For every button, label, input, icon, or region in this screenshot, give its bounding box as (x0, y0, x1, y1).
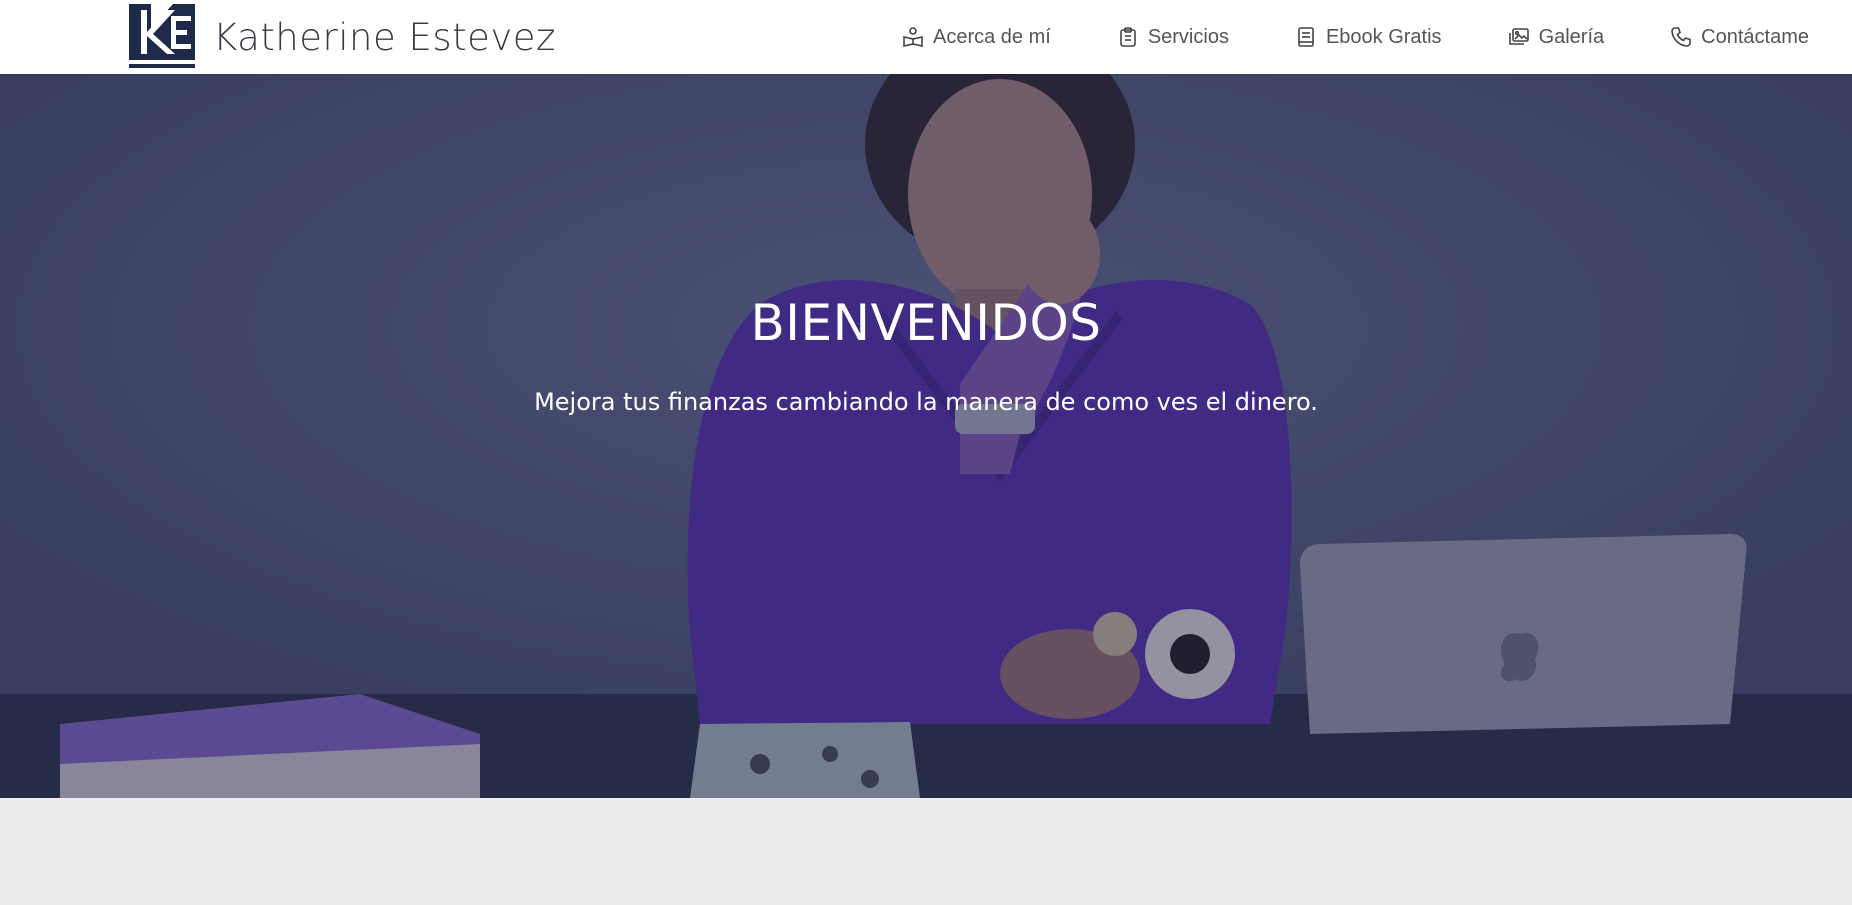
nav-label: Servicios (1147, 25, 1229, 48)
brand-logo[interactable] (127, 2, 197, 72)
hero-title: BIENVENIDOS (750, 294, 1102, 352)
hero-overlay (0, 74, 1852, 798)
hero-section: BIENVENIDOS Mejora tus finanzas cambiand… (0, 74, 1852, 798)
brand[interactable]: Katherine Estevez (127, 0, 556, 74)
main-nav: Acerca de mí Servicios Ebook Gratis Gale… (902, 0, 1809, 74)
navbar: Katherine Estevez Acerca de mí Servicios… (0, 0, 1852, 74)
nav-item-contacto[interactable]: Contáctame (1670, 26, 1809, 49)
phone-icon (1670, 26, 1692, 48)
book-icon (1295, 26, 1317, 48)
hero-subtitle: Mejora tus finanzas cambiando la manera … (534, 388, 1318, 416)
images-icon (1508, 26, 1530, 48)
clipboard-icon (1117, 26, 1139, 48)
brand-name[interactable]: Katherine Estevez (213, 16, 556, 59)
nav-item-galeria[interactable]: Galería (1508, 25, 1605, 49)
person-book-icon (902, 26, 924, 48)
nav-label: Acerca de mí (932, 25, 1051, 48)
nav-label: Contáctame (1701, 25, 1809, 48)
nav-item-acerca[interactable]: Acerca de mí (902, 26, 1051, 49)
content-section (0, 798, 1852, 905)
nav-item-servicios[interactable]: Servicios (1117, 26, 1229, 49)
nav-label: Ebook Gratis (1325, 25, 1442, 48)
nav-item-ebook[interactable]: Ebook Gratis (1295, 26, 1442, 49)
nav-label: Galería (1538, 25, 1605, 48)
